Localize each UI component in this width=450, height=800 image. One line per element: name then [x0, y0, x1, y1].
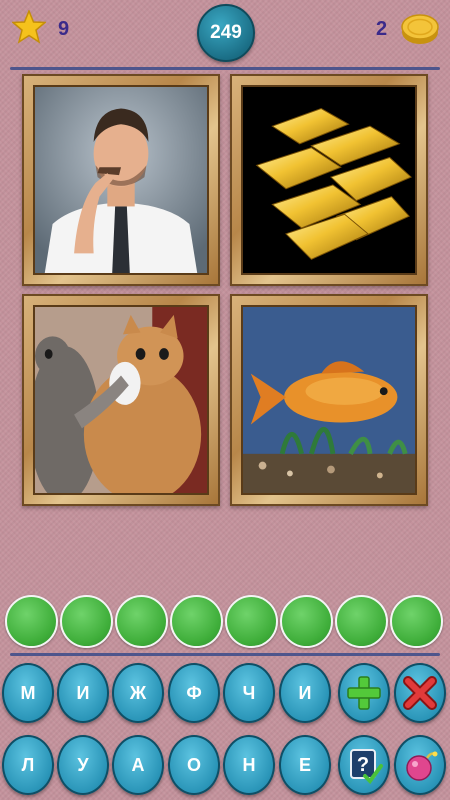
man-mustache-icon — [35, 87, 207, 273]
keyboard-divider — [10, 653, 440, 656]
answer-slots — [5, 595, 445, 649]
answer-slot[interactable] — [280, 595, 333, 648]
letter-key[interactable]: Н — [223, 735, 275, 795]
letter-key[interactable]: Л — [2, 735, 54, 795]
letter-key[interactable]: О — [168, 735, 220, 795]
level-badge: 249 — [197, 4, 255, 62]
cross-icon — [403, 676, 437, 710]
answer-slot[interactable] — [390, 595, 443, 648]
answer-slot[interactable] — [115, 595, 168, 648]
top-bar: 9 249 2 — [0, 0, 450, 66]
bomb-button[interactable] — [394, 735, 446, 795]
stars-count: 9 — [58, 18, 70, 40]
letter-key[interactable]: М — [2, 663, 54, 723]
level-number: 249 — [210, 22, 242, 43]
star-icon[interactable] — [12, 10, 46, 44]
remove-letters-button[interactable] — [394, 663, 446, 723]
picture-frame-2[interactable] — [230, 74, 428, 286]
bomb-icon — [406, 751, 438, 781]
picture-frame-1[interactable] — [22, 74, 220, 286]
letter-key[interactable]: И — [57, 663, 109, 723]
letter-key[interactable]: У — [57, 735, 109, 795]
letter-key[interactable]: Ж — [112, 663, 164, 723]
answer-slot[interactable] — [170, 595, 223, 648]
letter-key[interactable]: Ф — [168, 663, 220, 723]
answer-slot[interactable] — [5, 595, 58, 648]
coins-count: 2 — [376, 18, 388, 40]
picture-frame-3[interactable] — [22, 294, 220, 506]
plus-icon — [347, 676, 381, 710]
answer-slot[interactable] — [60, 595, 113, 648]
answer-slot[interactable] — [225, 595, 278, 648]
question-check-icon: ? — [350, 749, 383, 784]
answer-slot[interactable] — [335, 595, 388, 648]
goldfish-icon — [243, 307, 415, 493]
letter-key[interactable]: Е — [279, 735, 331, 795]
cats-shushing-icon — [35, 307, 207, 493]
hint-button[interactable]: ? — [338, 735, 390, 795]
letter-key[interactable]: Ч — [223, 663, 275, 723]
gold-bars-icon — [243, 87, 415, 273]
svg-text:?: ? — [357, 754, 369, 776]
add-letter-button[interactable] — [338, 663, 390, 723]
header-divider — [10, 67, 440, 70]
coin-icon[interactable] — [400, 12, 440, 46]
picture-frame-4[interactable] — [230, 294, 428, 506]
letter-key[interactable]: А — [112, 735, 164, 795]
letter-key[interactable]: И — [279, 663, 331, 723]
